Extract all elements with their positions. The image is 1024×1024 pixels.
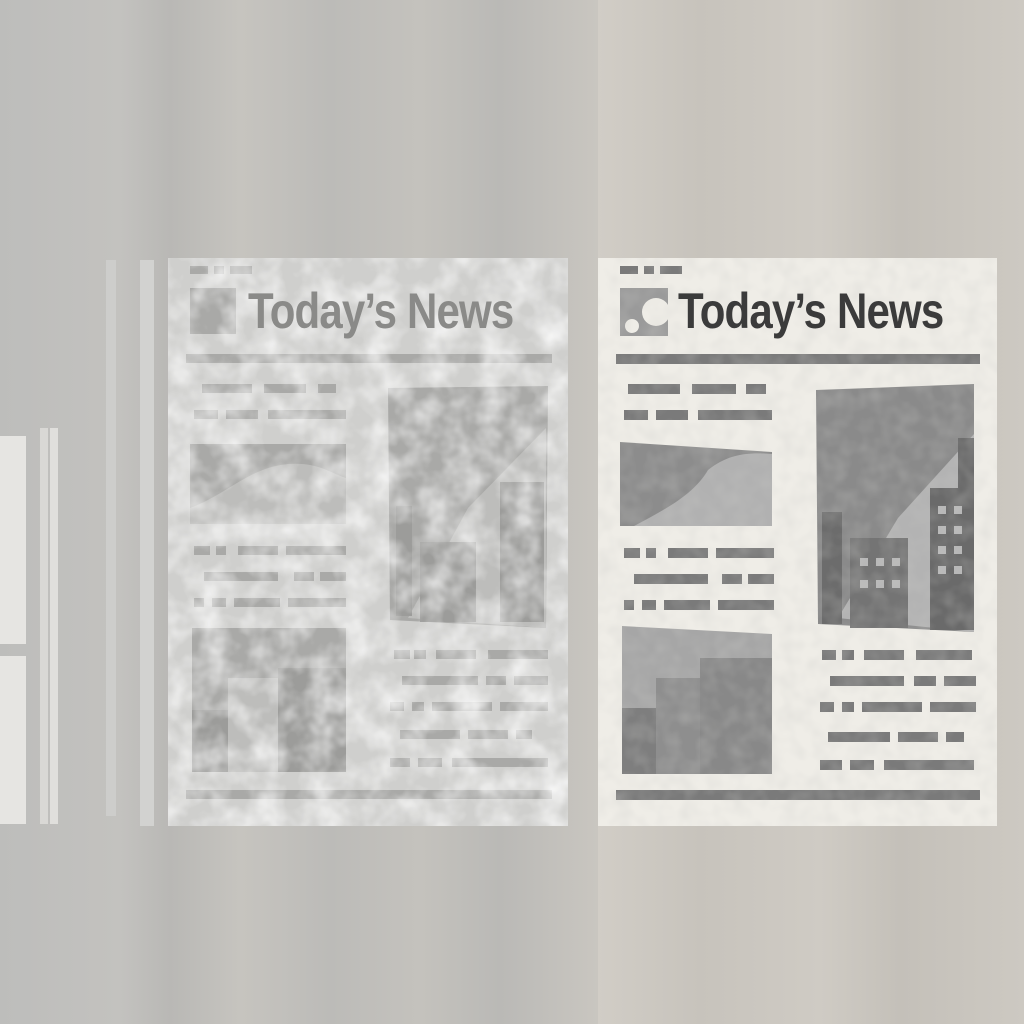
background-stripe: [50, 428, 58, 824]
masthead-title-clean: Today’s News: [678, 283, 944, 339]
newspaper-faded-art: [168, 258, 568, 826]
background-stripe: [0, 436, 26, 644]
masthead-title-faded: Today’s News: [248, 283, 514, 339]
background-stripe: [0, 656, 26, 824]
newspaper-clean: Today’s News: [598, 258, 997, 826]
background-stripe: [106, 260, 116, 816]
newspaper-clean-art: [598, 258, 997, 826]
background-stripe: [40, 428, 48, 824]
background-stripe: [140, 260, 154, 826]
newspaper-faded: Today’s News: [168, 258, 568, 826]
